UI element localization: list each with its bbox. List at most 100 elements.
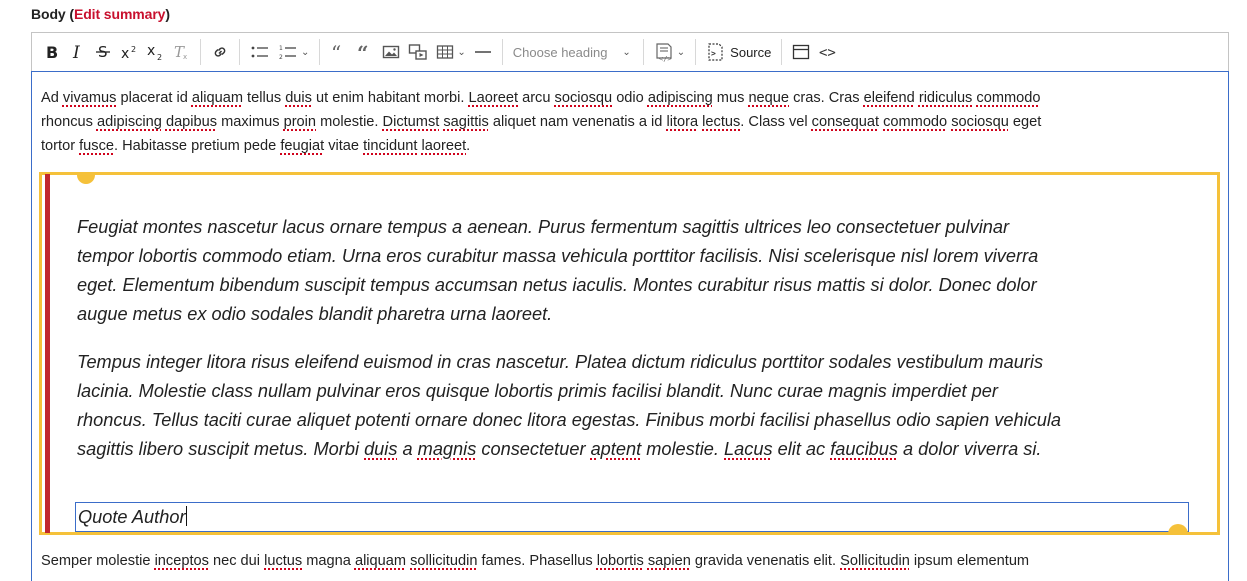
image-icon[interactable] <box>378 37 404 67</box>
misspelled-word: litora <box>666 114 699 130</box>
svg-text:“: “ <box>357 44 369 60</box>
misspelled-word: faucibus <box>830 439 898 459</box>
source-button-label: Source <box>730 44 772 60</box>
text-run: mus <box>712 90 749 106</box>
misspelled-word: aptent <box>590 439 642 459</box>
misspelled-word: sociosqu <box>951 114 1009 130</box>
misspelled-word: eleifend <box>863 90 915 106</box>
source-button[interactable]: > Source <box>702 37 775 67</box>
toolbar-separator <box>501 39 503 65</box>
code-icon[interactable]: <> <box>814 37 840 67</box>
svg-text:2: 2 <box>157 53 162 61</box>
blockquote-icon[interactable]: “ <box>326 37 352 67</box>
chevron-down-icon: ⌄ <box>457 46 466 58</box>
quote-line: augue metus ex odio sodales blandit phar… <box>77 300 1195 329</box>
svg-text:2: 2 <box>279 54 283 61</box>
text-run: sagittis libero suscipit metus. Morbi <box>77 439 365 459</box>
paragraph-1: Ad vivamus placerat id aliquam tellus du… <box>41 86 1217 110</box>
quote-line: Tempus integer litora risus eleifend eui… <box>77 348 1195 377</box>
text-run: tempor lobortis commodo etiam. Urna eros… <box>77 246 1039 266</box>
toolbar-separator <box>319 39 321 65</box>
text-run: . <box>466 138 471 154</box>
superscript-icon[interactable]: x2 <box>116 37 142 67</box>
text-run: placerat id <box>116 90 192 106</box>
template-icon[interactable] <box>788 37 814 67</box>
blockquote-bar <box>45 174 50 533</box>
remove-format-icon[interactable]: Tx <box>168 37 194 67</box>
text-run: rhoncus <box>41 114 97 130</box>
text-run: lacinia. Molestie class nullam pulvinar … <box>77 381 998 401</box>
misspelled-word: ridiculus <box>918 90 973 106</box>
text-run: tellus <box>243 90 286 106</box>
misspelled-word: adipiscing <box>96 114 162 130</box>
heading-dropdown-label: Choose heading <box>512 44 608 60</box>
chevron-down-icon: ⌄ <box>622 46 631 58</box>
misspelled-word: lectus <box>702 114 741 130</box>
text-run: cras. Cras <box>789 90 864 106</box>
svg-text:“: “ <box>331 44 341 60</box>
text-run: nec dui <box>208 553 265 569</box>
misspelled-word: inceptos <box>154 553 209 569</box>
strikethrough-icon[interactable]: S <box>90 37 116 67</box>
code-block-icon[interactable]: </> ⌄ <box>650 37 689 67</box>
text-run: eget. Elementum bibendum suscipit tempus… <box>77 275 1037 295</box>
bulleted-list-icon[interactable] <box>246 37 274 67</box>
paren-close: ) <box>165 6 170 22</box>
italic-icon[interactable]: I <box>64 37 90 67</box>
svg-text:x: x <box>121 46 129 60</box>
misspelled-word: lobortis <box>596 553 644 569</box>
table-icon[interactable]: ⌄ <box>432 37 469 67</box>
text-run: aliquet nam venenatis a id <box>488 114 667 130</box>
quote-author-field[interactable]: Quote Author <box>75 502 1189 532</box>
quote-line: lacinia. Molestie class nullam pulvinar … <box>77 377 1195 406</box>
svg-text:>: > <box>711 49 716 58</box>
misspelled-word: consequat <box>811 114 880 130</box>
field-label: Body (Edit summary) <box>31 6 170 22</box>
text-run: . Habitasse pretium pede <box>114 138 281 154</box>
text-run: odio <box>612 90 648 106</box>
bold-icon[interactable]: B <box>38 37 64 67</box>
misspelled-word: proin <box>283 114 317 130</box>
quote-line: eget. Elementum bibendum suscipit tempus… <box>77 271 1195 300</box>
svg-text:<>: <> <box>819 45 836 60</box>
link-icon[interactable] <box>207 37 233 67</box>
misspelled-word: laoreet <box>421 138 467 154</box>
numbered-list-icon[interactable]: 1 2 ⌄ <box>274 37 313 67</box>
text-run: fames. Phasellus <box>477 553 597 569</box>
misspelled-word: duis <box>364 439 398 459</box>
chevron-down-icon: ⌄ <box>301 46 310 58</box>
quote-line: sagittis libero suscipit metus. Morbi du… <box>77 435 1195 464</box>
text-run: arcu <box>518 90 555 106</box>
paragraph-4: Semper molestie inceptos nec dui luctus … <box>41 549 1217 573</box>
quote-line: tempor lobortis commodo etiam. Urna eros… <box>77 242 1195 271</box>
chevron-down-icon: ⌄ <box>676 46 686 58</box>
text-run: Feugiat montes nascetur lacus ornare tem… <box>77 217 1010 237</box>
toolbar-separator <box>695 39 697 65</box>
pull-quote-icon[interactable]: “ <box>352 37 378 67</box>
edit-summary-link[interactable]: Edit summary <box>74 6 165 22</box>
quote-line: Feugiat montes nascetur lacus ornare tem… <box>77 213 1195 242</box>
subscript-icon[interactable]: x2 <box>142 37 168 67</box>
toolbar-separator <box>642 39 644 65</box>
misspelled-word: aliquam <box>191 90 243 106</box>
misspelled-word: dapibus <box>165 114 218 130</box>
text-run: consectetuer <box>476 439 591 459</box>
misspelled-word: neque <box>748 90 790 106</box>
heading-dropdown[interactable]: Choose heading ⌄ <box>509 45 637 60</box>
text-run: augue metus ex odio sodales blandit phar… <box>77 304 553 324</box>
media-icon[interactable] <box>404 37 432 67</box>
text-run: magna <box>302 553 355 569</box>
misspelled-word: commodo <box>976 90 1041 106</box>
text-run: rhoncus. Tellus taciti curae aliquet pot… <box>77 410 1062 430</box>
text-run: eget <box>1008 114 1042 130</box>
text-run: Tempus integer litora risus eleifend eui… <box>77 352 1044 372</box>
misspelled-word: feugiat <box>280 138 325 154</box>
editor-toolbar: B I S x2 x2 Tx 1 2 ⌄ “ “ ⌄ Choose heading ⌄… <box>31 32 1229 71</box>
toolbar-separator <box>200 39 201 65</box>
svg-text:1: 1 <box>279 45 283 52</box>
horizontal-line-icon[interactable] <box>470 37 496 67</box>
text-run: elit ac <box>772 439 831 459</box>
misspelled-word: sagittis <box>443 114 489 130</box>
misspelled-word: adipiscing <box>647 90 713 106</box>
quote-line: rhoncus. Tellus taciti curae aliquet pot… <box>77 406 1195 435</box>
